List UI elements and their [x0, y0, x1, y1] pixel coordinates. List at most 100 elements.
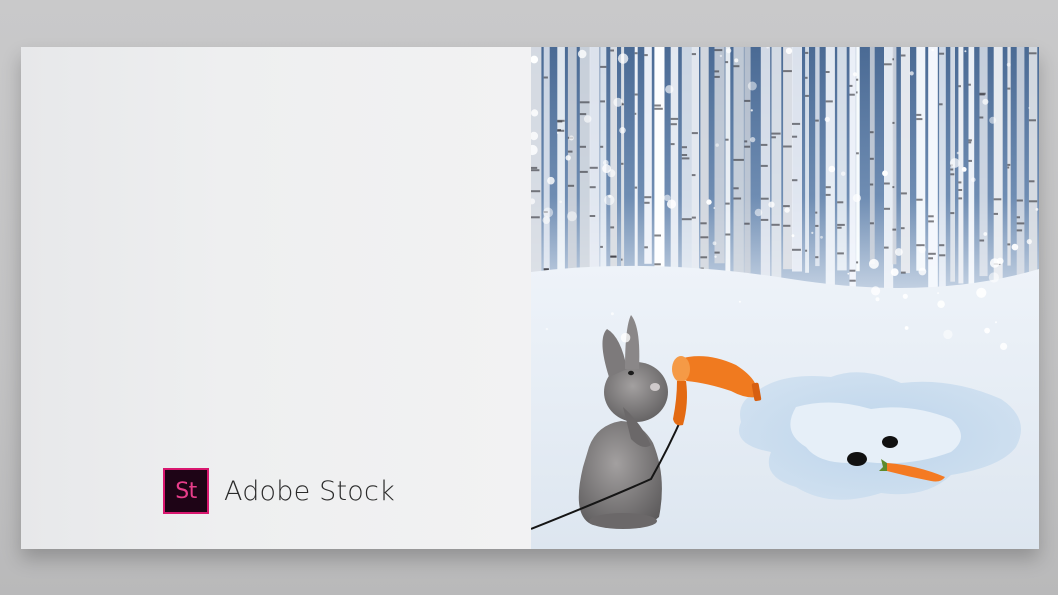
birch-trunk: [700, 47, 709, 277]
birch-bark-mark: [916, 198, 923, 201]
snowflake: [1011, 243, 1019, 251]
birch-bark-mark: [725, 233, 731, 236]
birch-bark-mark: [579, 113, 587, 116]
birch-bark-mark: [792, 122, 801, 125]
snowflake: [665, 85, 674, 94]
birch-bark-mark: [644, 54, 648, 57]
snowflake: [754, 208, 763, 217]
birch-bark-mark: [610, 255, 617, 258]
birch-bark-mark: [792, 179, 798, 182]
snowflake: [937, 300, 945, 308]
birch-bark-mark: [654, 104, 661, 107]
birch-bark-mark: [744, 99, 751, 102]
snowflake: [824, 116, 830, 122]
birch-bark-mark: [856, 78, 859, 81]
birch-trunk: [916, 47, 926, 271]
birch-bark-mark: [579, 170, 588, 173]
snowflake: [719, 54, 723, 58]
birch-bark-mark: [979, 92, 986, 95]
birch-bark-mark: [700, 222, 707, 225]
birch-bark-mark: [654, 107, 663, 110]
birch-bark-mark: [825, 193, 831, 196]
snowflake: [841, 171, 846, 176]
birch-bark-mark: [654, 234, 661, 237]
birch-bark-mark: [531, 166, 538, 169]
birch-bark-mark: [939, 103, 943, 106]
birch-bark-mark: [979, 239, 985, 242]
birch-trunk: [939, 47, 946, 290]
snowflake: [608, 194, 612, 198]
birch-bark-mark: [744, 222, 750, 225]
birch-trunk: [792, 47, 802, 272]
birch-bark-mark: [805, 94, 809, 97]
birch-trunk: [849, 47, 856, 293]
birch-bark-mark: [849, 279, 856, 282]
snowflake: [664, 194, 671, 201]
snowflake: [738, 300, 741, 303]
snowflake: [1006, 62, 1011, 67]
snowflake: [976, 287, 987, 298]
birch-bark-mark: [1007, 166, 1010, 169]
birch-bark-mark: [760, 164, 768, 167]
birch-bark-mark: [950, 173, 955, 176]
birch-trunk: [815, 47, 820, 267]
birch-bark-mark: [579, 101, 590, 104]
birch-bark-mark: [968, 159, 972, 162]
birch-bark-mark: [681, 157, 690, 160]
snowflake: [747, 81, 757, 91]
birch-bark-mark: [869, 157, 874, 160]
snowflake: [617, 53, 629, 64]
birch-bark-mark: [644, 196, 652, 199]
snowflake: [613, 97, 623, 107]
birch-bark-mark: [733, 65, 740, 68]
snowflake: [712, 241, 717, 246]
snowflake: [726, 48, 732, 54]
birch-bark-mark: [792, 135, 798, 138]
snowflake: [568, 135, 574, 141]
birch-bark-mark: [837, 226, 842, 229]
birch-bark-mark: [610, 49, 614, 52]
birch-bark-mark: [760, 143, 768, 146]
birch-bark-mark: [621, 162, 624, 165]
snowflake: [785, 47, 793, 55]
birch-bark-mark: [968, 141, 972, 144]
birch-trunk: [892, 47, 897, 265]
birch-bark-mark: [892, 228, 897, 231]
adobe-stock-icon: St: [163, 468, 209, 514]
snowflake: [902, 293, 908, 299]
birch-bark-mark: [892, 186, 895, 189]
birch-trunk: [543, 47, 550, 287]
birch-bark-mark: [771, 132, 781, 135]
birch-trunk: [744, 47, 751, 273]
snowflake: [715, 143, 719, 147]
birch-trunk: [579, 47, 591, 280]
birch-trunk: [771, 47, 782, 297]
snowflake: [706, 199, 712, 205]
birch-bark-mark: [600, 145, 604, 148]
snowflake: [852, 194, 861, 203]
birch-bark-mark: [714, 251, 720, 254]
snowflake: [895, 248, 903, 256]
birch-bark-mark: [825, 186, 831, 189]
snowflake: [543, 207, 554, 218]
snowflake: [750, 137, 756, 143]
snowflake: [547, 176, 555, 185]
snowflake: [847, 272, 850, 275]
birch-bark-mark: [691, 216, 696, 219]
snowflake: [734, 58, 739, 63]
snowflake: [784, 207, 790, 213]
birch-bark-mark: [733, 158, 744, 161]
birch-bark-mark: [600, 65, 607, 68]
birch-bark-mark: [869, 183, 874, 186]
snowflake: [984, 327, 990, 334]
birch-bark-mark: [783, 224, 791, 227]
stock-photo: [531, 47, 1039, 549]
birch-bark-mark: [654, 263, 661, 266]
birch-bark-mark: [1007, 163, 1011, 166]
badge-text: St: [175, 478, 197, 504]
birch-bark-mark: [714, 75, 720, 78]
birch-bark-mark: [1028, 200, 1038, 203]
snowflake: [882, 170, 888, 177]
brand-name: Adobe Stock: [224, 475, 395, 507]
birch-bark-mark: [725, 138, 729, 141]
